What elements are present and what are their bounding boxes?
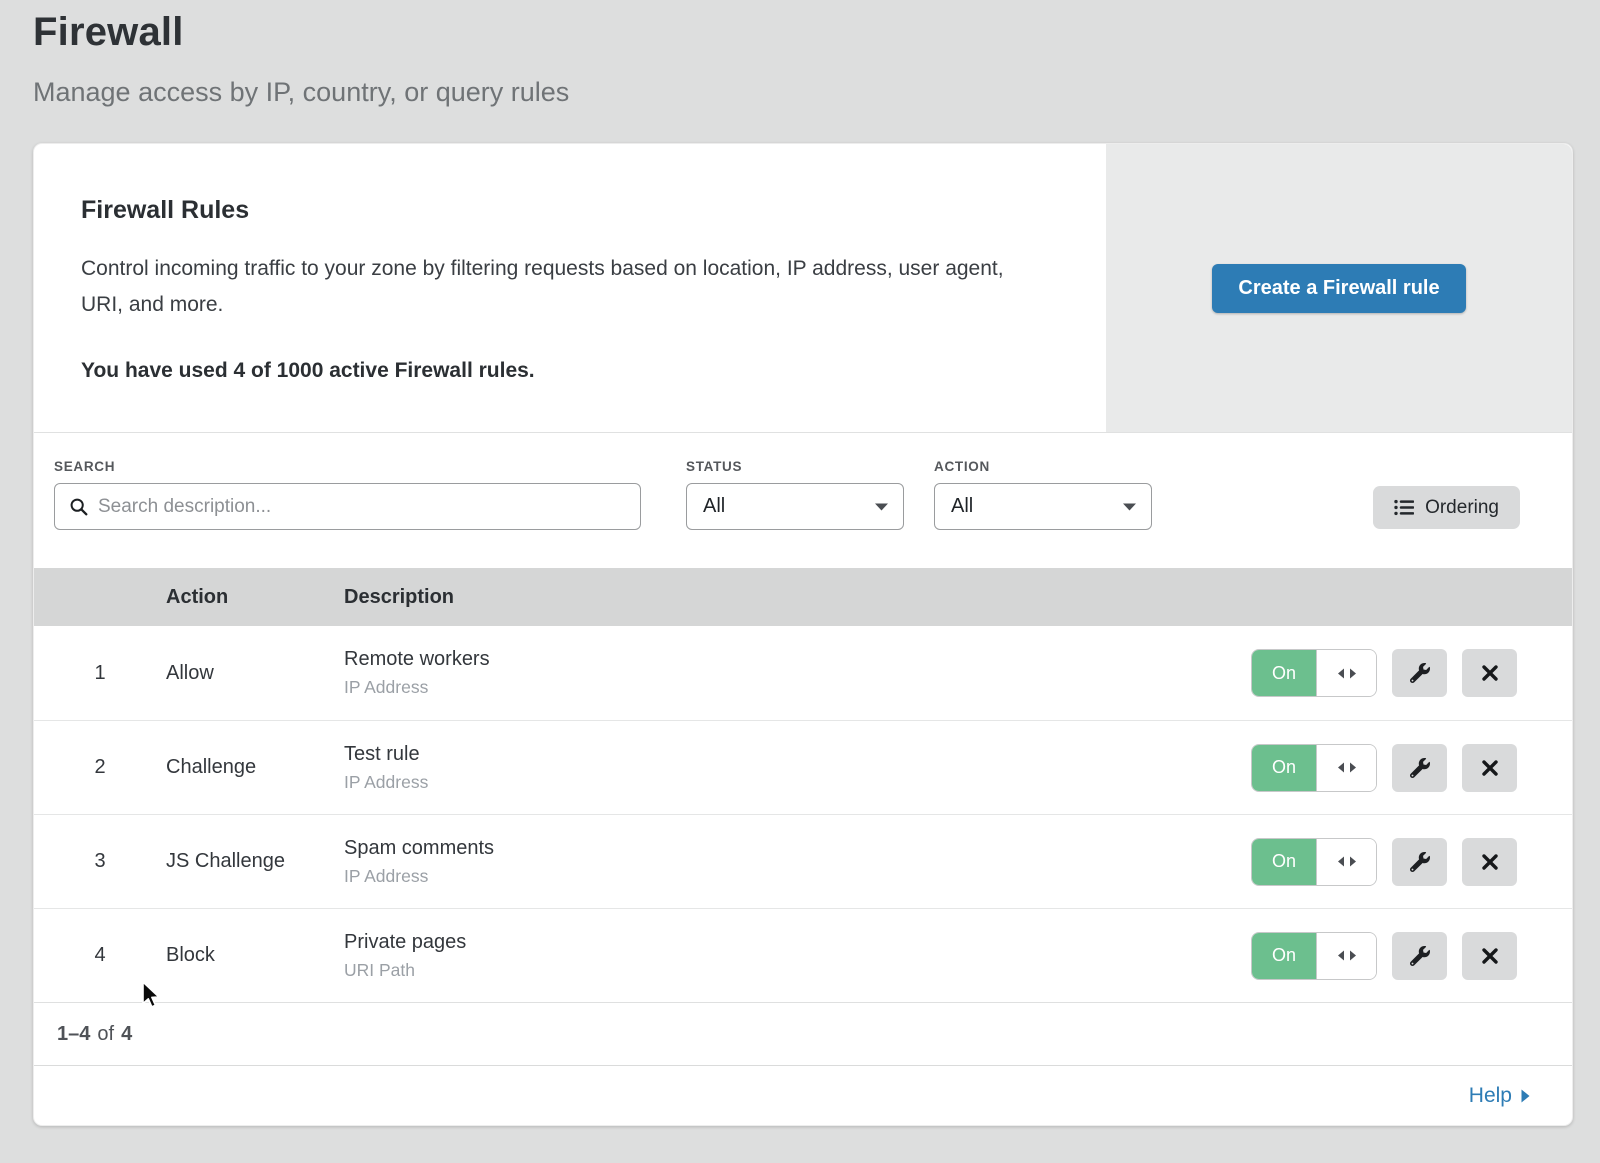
rule-description: Test rule [344,743,1251,766]
toggle-on-label[interactable]: On [1252,650,1316,696]
action-select[interactable]: All [934,483,1152,530]
chevron-down-icon [1123,503,1136,511]
delete-rule-button[interactable] [1462,649,1517,697]
section-heading: Firewall Rules [81,196,1036,225]
section-description: Control incoming traffic to your zone by… [81,251,1031,323]
rule-description-cell: Spam comments IP Address [344,837,1251,887]
wrench-icon [1410,758,1430,778]
rule-description: Spam comments [344,837,1251,860]
table-row: 1 Allow Remote workers IP Address On [34,626,1572,720]
edit-rule-button[interactable] [1392,744,1447,792]
chevron-down-icon [875,503,888,511]
card-footer: Help [34,1065,1572,1125]
rule-enabled-toggle[interactable]: On [1251,838,1377,886]
create-firewall-rule-button[interactable]: Create a Firewall rule [1212,264,1465,313]
rule-enabled-toggle[interactable]: On [1251,649,1377,697]
delete-rule-button[interactable] [1462,932,1517,980]
rule-controls: On [1251,744,1572,792]
create-rule-panel: Create a Firewall rule [1106,144,1572,432]
action-field-group: ACTION All [922,459,1152,530]
edit-rule-button[interactable] [1392,649,1447,697]
rule-priority: 3 [34,850,166,873]
rule-description-cell: Private pages URI Path [344,931,1251,981]
ordering-button[interactable]: Ordering [1373,486,1520,529]
edit-rule-button[interactable] [1392,932,1447,980]
toggle-arrows-icon[interactable] [1316,839,1376,885]
ordering-button-label: Ordering [1425,497,1499,519]
delete-rule-button[interactable] [1462,744,1517,792]
status-select[interactable]: All [686,483,904,530]
table-header: Action Description [34,568,1572,626]
pagination-of: of [97,1023,114,1046]
pagination-total: 4 [121,1023,132,1046]
page-title: Firewall [33,10,1567,55]
table-row: 4 Block Private pages URI Path On [34,908,1572,1002]
filters-bar: SEARCH STATUS All ACTION All [34,432,1572,568]
rule-priority: 2 [34,756,166,779]
action-label: ACTION [934,459,1152,474]
wrench-icon [1410,663,1430,683]
toggle-arrows-icon[interactable] [1316,745,1376,791]
toggle-on-label[interactable]: On [1252,933,1316,979]
search-box [54,483,641,530]
status-field-group: STATUS All [674,459,904,530]
toggle-arrows-icon[interactable] [1316,650,1376,696]
delete-rule-button[interactable] [1462,838,1517,886]
rule-description: Private pages [344,931,1251,954]
table-row: 2 Challenge Test rule IP Address On [34,720,1572,814]
column-action-header: Action [166,586,344,609]
usage-summary: You have used 4 of 1000 active Firewall … [81,359,1036,383]
pagination-range: 1–4 [57,1023,90,1046]
x-icon [1481,853,1499,871]
page-subtitle: Manage access by IP, country, or query r… [33,77,1567,108]
rule-enabled-toggle[interactable]: On [1251,932,1377,980]
wrench-icon [1410,852,1430,872]
rule-controls: On [1251,649,1572,697]
page-header: Firewall Manage access by IP, country, o… [0,0,1600,108]
rule-match-type: URI Path [344,960,1251,981]
rule-action: Block [166,944,344,967]
rule-description: Remote workers [344,648,1251,671]
rule-action: Challenge [166,756,344,779]
rule-description-cell: Test rule IP Address [344,743,1251,793]
help-link[interactable]: Help [1469,1084,1530,1108]
rule-priority: 4 [34,944,166,967]
wrench-icon [1410,946,1430,966]
rule-match-type: IP Address [344,866,1251,887]
rule-controls: On [1251,838,1572,886]
edit-rule-button[interactable] [1392,838,1447,886]
search-label: SEARCH [54,459,641,474]
ordering-list-icon [1394,499,1414,516]
toggle-arrows-icon[interactable] [1316,933,1376,979]
overview-text: Firewall Rules Control incoming traffic … [34,144,1106,432]
help-arrow-icon [1521,1089,1530,1103]
column-description-header: Description [344,586,1572,609]
rule-description-cell: Remote workers IP Address [344,648,1251,698]
search-icon [69,497,88,516]
overview-section: Firewall Rules Control incoming traffic … [34,144,1572,432]
search-field-group: SEARCH [54,459,641,530]
x-icon [1481,759,1499,777]
pagination-bar: 1–4 of 4 [34,1002,1572,1065]
toggle-on-label[interactable]: On [1252,839,1316,885]
rule-enabled-toggle[interactable]: On [1251,744,1377,792]
rule-controls: On [1251,932,1572,980]
toggle-on-label[interactable]: On [1252,745,1316,791]
rule-match-type: IP Address [344,772,1251,793]
action-select-value: All [951,495,973,518]
search-input[interactable] [98,496,626,518]
firewall-rules-card: Firewall Rules Control incoming traffic … [33,143,1573,1126]
rule-match-type: IP Address [344,677,1251,698]
status-label: STATUS [686,459,904,474]
rule-action: JS Challenge [166,850,344,873]
x-icon [1481,947,1499,965]
x-icon [1481,664,1499,682]
rule-action: Allow [166,662,344,685]
status-select-value: All [703,495,725,518]
table-row: 3 JS Challenge Spam comments IP Address … [34,814,1572,908]
rule-priority: 1 [34,662,166,685]
help-link-label: Help [1469,1084,1512,1108]
